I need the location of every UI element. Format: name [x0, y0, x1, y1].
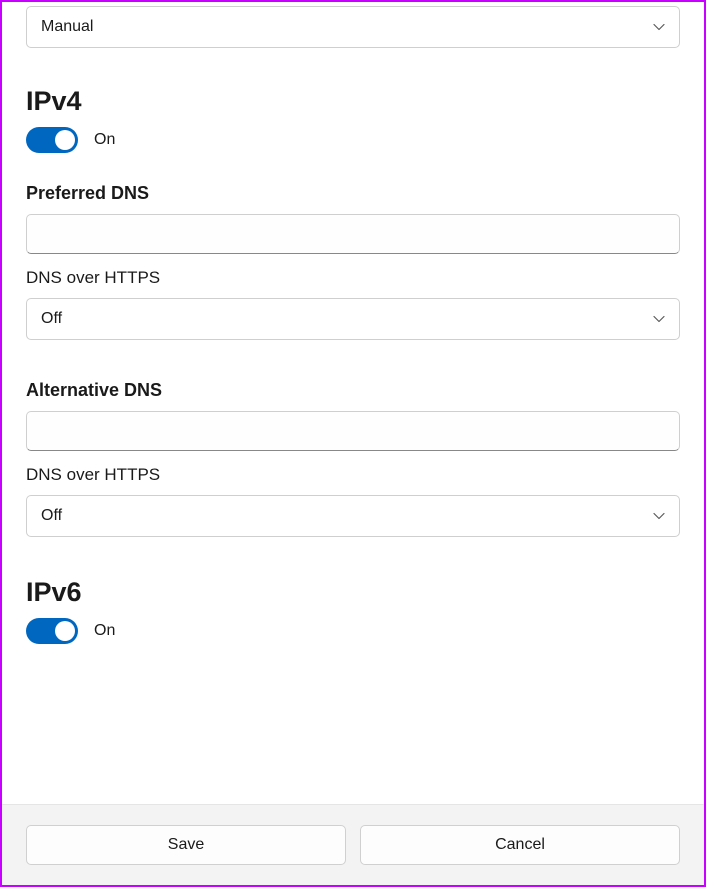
chevron-down-icon: [653, 313, 665, 325]
alternative-dns-label: Alternative DNS: [26, 380, 680, 401]
ipv6-toggle-label: On: [94, 622, 115, 640]
preferred-dns-input[interactable]: [26, 214, 680, 254]
ipv4-toggle-label: On: [94, 131, 115, 149]
toggle-knob: [55, 621, 75, 641]
cancel-button-label: Cancel: [495, 836, 545, 854]
chevron-down-icon: [653, 21, 665, 33]
dns-over-https-2-dropdown[interactable]: Off: [26, 495, 680, 537]
dns-over-https-1-dropdown[interactable]: Off: [26, 298, 680, 340]
dns-mode-value: Manual: [41, 18, 93, 36]
cancel-button[interactable]: Cancel: [360, 825, 680, 865]
chevron-down-icon: [653, 510, 665, 522]
ipv6-heading: IPv6: [26, 577, 680, 608]
ipv4-heading: IPv4: [26, 86, 680, 117]
alternative-dns-input[interactable]: [26, 411, 680, 451]
dns-over-https-2-label: DNS over HTTPS: [26, 465, 680, 485]
dns-mode-dropdown[interactable]: Manual: [26, 6, 680, 48]
dns-over-https-2-value: Off: [41, 507, 62, 525]
ipv6-toggle[interactable]: [26, 618, 78, 644]
dns-over-https-1-label: DNS over HTTPS: [26, 268, 680, 288]
ipv4-toggle[interactable]: [26, 127, 78, 153]
save-button[interactable]: Save: [26, 825, 346, 865]
save-button-label: Save: [168, 836, 204, 854]
dialog-footer: Save Cancel: [2, 804, 704, 885]
preferred-dns-label: Preferred DNS: [26, 183, 680, 204]
dns-over-https-1-value: Off: [41, 310, 62, 328]
toggle-knob: [55, 130, 75, 150]
